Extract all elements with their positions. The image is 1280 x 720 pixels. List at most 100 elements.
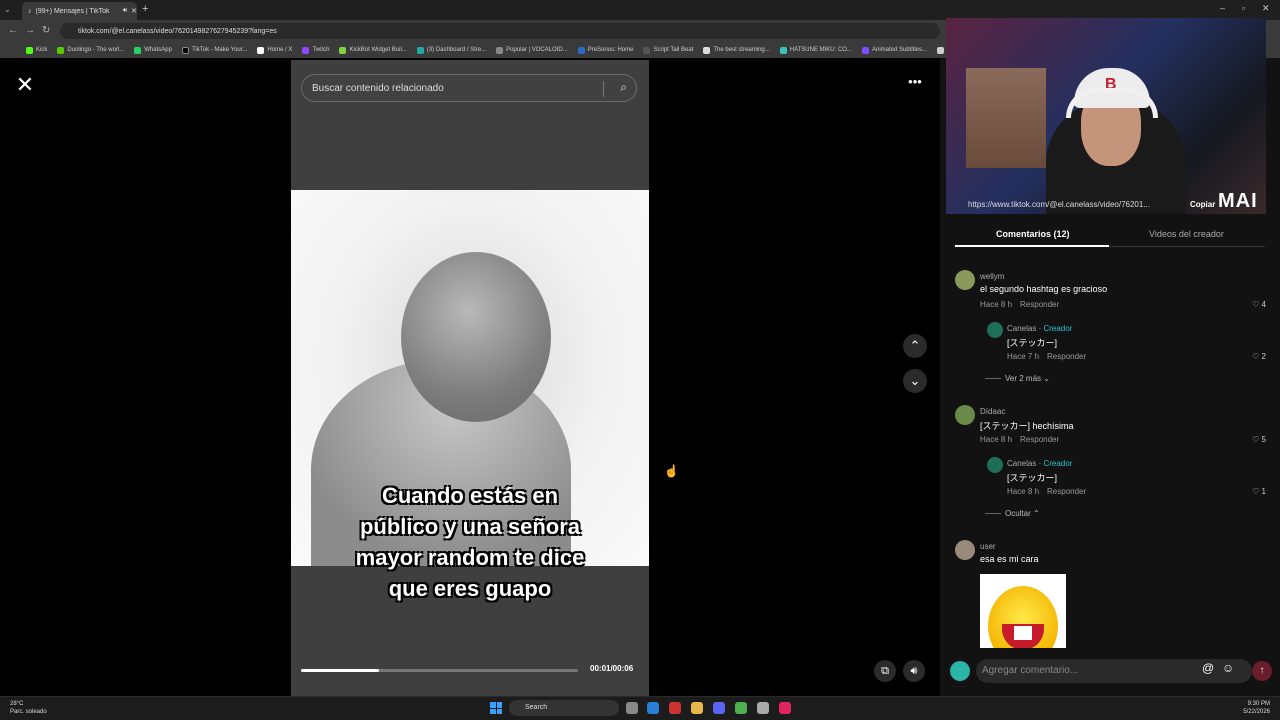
search-placeholder: Buscar contenido relacionado <box>312 82 444 94</box>
bookmark[interactable]: (3) Dashboard / Stre... <box>416 46 486 54</box>
reply-button[interactable]: Responder <box>1047 352 1086 361</box>
webcam-overlay: B https://www.tiktok.com/@el.canelass/vi… <box>946 18 1266 214</box>
like-button[interactable]: ♡ 2 <box>1252 352 1266 361</box>
weather-text: Parc. soleado <box>10 709 47 715</box>
bookmark[interactable]: WhatsApp <box>134 46 172 54</box>
edge-icon[interactable] <box>647 702 659 714</box>
avatar[interactable] <box>987 457 1003 473</box>
tab-title: (99+) Mensajes | TikTok <box>35 7 110 15</box>
clock[interactable]: 9:30 PM 5/22/2026 <box>1243 700 1270 716</box>
view-more-replies[interactable]: Ver 2 más ⌄ <box>985 374 1050 383</box>
send-icon[interactable]: ↑ <box>1252 661 1272 681</box>
bookmark[interactable]: TikTok - Make Your... <box>181 46 247 54</box>
back-icon[interactable]: ← <box>8 25 18 36</box>
reply-button[interactable]: Responder <box>1020 435 1059 444</box>
prev-video-icon[interactable]: ⌃ <box>903 334 927 358</box>
screen: ⌄ ♪ (99+) Mensajes | TikTok 🔊︎ ✕ + – ▫ ✕… <box>0 0 1280 720</box>
mention-icon[interactable]: @ <box>1202 661 1214 675</box>
video-player[interactable]: Buscar contenido relacionado ⌕ Cuando es… <box>291 60 649 696</box>
bookmark[interactable]: PreSonus: Home <box>577 46 633 54</box>
comment-composer: Agregar comentario... @ ☺ ↑ <box>948 659 1272 683</box>
close-tab-icon[interactable]: ✕ <box>131 7 137 15</box>
settings-icon[interactable] <box>757 702 769 714</box>
weather-widget[interactable]: 28°C Parc. soleado <box>10 700 47 716</box>
copy-link-button[interactable]: Copiar <box>1190 200 1215 209</box>
reply-button[interactable]: Responder <box>1047 487 1086 496</box>
volume-icon[interactable]: 🔊︎ <box>903 660 925 682</box>
new-tab-button[interactable]: + <box>142 3 148 15</box>
tab-list-icon[interactable]: ⌄ <box>4 5 11 14</box>
comment-user[interactable]: wellym <box>980 272 1004 281</box>
forward-icon[interactable]: → <box>25 25 35 36</box>
like-button[interactable]: ♡ 4 <box>1252 300 1266 309</box>
taskbar-search[interactable]: Search <box>509 700 619 716</box>
task-view-icon[interactable] <box>626 702 638 714</box>
avatar[interactable] <box>955 270 975 290</box>
minimize-icon[interactable]: – <box>1220 3 1225 13</box>
music-icon[interactable] <box>779 702 791 714</box>
comment-text: el segundo hashtag es gracioso <box>980 284 1108 294</box>
avatar[interactable] <box>955 540 975 560</box>
maximize-icon[interactable]: ▫ <box>1242 3 1245 13</box>
background-shelf <box>966 68 1046 168</box>
bookmark[interactable]: Twitch <box>302 46 329 54</box>
caption-line: público y una señora <box>359 514 581 539</box>
bookmark[interactable]: Script Tail Beat <box>643 46 693 54</box>
active-tab-indicator <box>955 245 1109 247</box>
comment-meta: Hace 8 h Responder <box>980 435 1060 444</box>
next-video-icon[interactable]: ⌄ <box>903 369 927 393</box>
creator-badge: Creador <box>1043 324 1073 333</box>
headphones <box>1066 88 1158 118</box>
more-options-icon[interactable]: ••• <box>903 74 927 98</box>
creator-badge: Creador <box>1043 459 1073 468</box>
mouse-cursor: ☝ <box>664 464 679 478</box>
search-icon[interactable]: ⌕ <box>620 80 627 95</box>
file-explorer-icon[interactable] <box>691 702 703 714</box>
audio-icon[interactable]: 🔊︎ <box>123 7 127 15</box>
caption-line: Cuando estás en <box>381 483 559 508</box>
comment-text: [ステッカー] <box>1007 473 1058 483</box>
comment-text: [ステッカー] <box>1007 338 1058 348</box>
avatar[interactable] <box>987 322 1003 338</box>
start-icon[interactable] <box>490 702 502 714</box>
like-button[interactable]: ♡ 1 <box>1252 487 1266 496</box>
bookmark[interactable]: The best streaming... <box>703 46 770 54</box>
avatar[interactable] <box>955 405 975 425</box>
bookmark[interactable]: Home / X <box>257 46 292 54</box>
bookmark[interactable]: HATSUNE MIKU: CO... <box>779 46 852 54</box>
address-bar[interactable]: tiktok.com/@el.canelass/video/7620149827… <box>60 23 940 39</box>
tab-comments[interactable]: Comentarios (12) <box>996 229 1070 239</box>
close-icon[interactable]: ✕ <box>14 74 36 96</box>
browser-tab[interactable]: ♪ (99+) Mensajes | TikTok 🔊︎ ✕ <box>22 2 137 20</box>
caption-line: que eres guapo <box>388 576 552 601</box>
close-window-icon[interactable]: ✕ <box>1262 3 1270 14</box>
progress-bar[interactable] <box>301 669 578 672</box>
comment-meta: Hace 7 h Responder <box>1007 352 1087 361</box>
bookmark[interactable]: Duolingo - The worl... <box>57 46 124 54</box>
comment-user[interactable]: user <box>980 542 996 551</box>
comment-user[interactable]: Canelas · Creador <box>1007 459 1072 468</box>
bookmark[interactable]: KickBot Widget Buil... <box>339 46 407 54</box>
video-caption: Cuando estás en público y una señora may… <box>291 480 649 604</box>
comment-text: esa es mi cara <box>980 554 1039 564</box>
reload-icon[interactable]: ↻ <box>42 25 50 36</box>
emoji-icon[interactable]: ☺ <box>1222 661 1234 675</box>
emoji-teeth <box>1014 626 1032 640</box>
discord-icon[interactable] <box>713 702 725 714</box>
clock-date: 5/22/2026 <box>1243 709 1270 715</box>
pip-icon[interactable]: ⧉ <box>874 660 896 682</box>
chrome-icon[interactable] <box>735 702 747 714</box>
panel-tabs: Comentarios (12) Videos del creador <box>955 227 1265 247</box>
comment-user[interactable]: Dídaac <box>980 407 1005 416</box>
search-input[interactable]: Buscar contenido relacionado ⌕ <box>301 74 637 102</box>
bookmark[interactable]: Popular | VOCALOID... <box>496 46 568 54</box>
reply-button[interactable]: Responder <box>1020 300 1059 309</box>
app-icon[interactable] <box>669 702 681 714</box>
bookmark[interactable]: Animated Subtitles... <box>861 46 927 54</box>
clock-time: 9:30 PM <box>1247 701 1270 707</box>
bookmark[interactable]: Kick <box>26 46 47 54</box>
tab-creator-videos[interactable]: Videos del creador <box>1149 229 1224 239</box>
hide-replies[interactable]: Ocultar ⌃ <box>985 509 1040 518</box>
like-button[interactable]: ♡ 5 <box>1252 435 1266 444</box>
comment-user[interactable]: Canelas · Creador <box>1007 324 1072 333</box>
